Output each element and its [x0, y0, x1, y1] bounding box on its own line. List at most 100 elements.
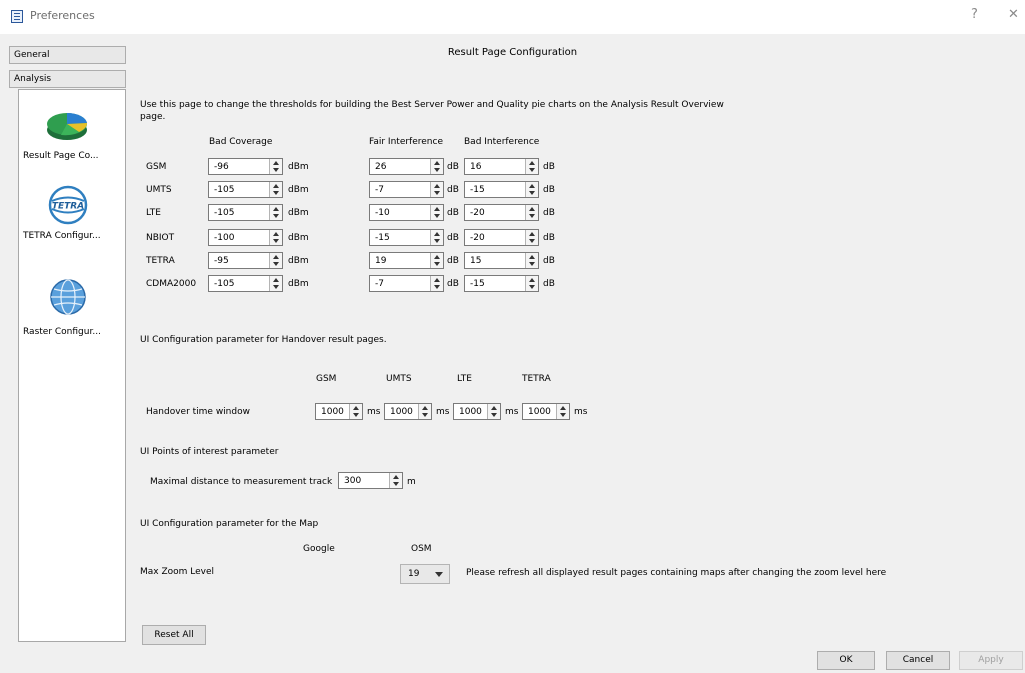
- handover-window-spinbox[interactable]: 1000: [453, 403, 501, 420]
- spin-arrows-icon[interactable]: [269, 253, 282, 268]
- fair-interference-spinbox[interactable]: 26: [369, 158, 444, 175]
- fair-interference-spinbox-value: -10: [375, 208, 390, 218]
- apply-button[interactable]: Apply: [959, 651, 1023, 670]
- unit-db: dB: [447, 279, 459, 289]
- bad-coverage-spinbox[interactable]: -105: [208, 275, 283, 292]
- close-button[interactable]: ✕: [1008, 7, 1019, 22]
- spin-arrows-icon[interactable]: [525, 182, 538, 197]
- spin-arrows-icon[interactable]: [430, 230, 443, 245]
- tech-label: NBIOT: [146, 233, 175, 243]
- ok-button[interactable]: OK: [817, 651, 875, 670]
- bad-interference-spinbox-value: 15: [470, 256, 482, 266]
- spin-arrows-icon[interactable]: [525, 276, 538, 291]
- help-button[interactable]: ?: [971, 7, 978, 22]
- handover-col-umts: UMTS: [386, 374, 412, 384]
- bad-coverage-spinbox-value: -105: [214, 208, 235, 218]
- nav-analysis-button[interactable]: Analysis: [9, 70, 126, 88]
- nav-item-label: TETRA Configur...: [23, 231, 101, 241]
- bad-coverage-spinbox-value: -105: [214, 185, 235, 195]
- bad-interference-spinbox-value: -15: [470, 279, 485, 289]
- handover-window-spinbox-value: 1000: [390, 407, 413, 417]
- bad-coverage-spinbox[interactable]: -95: [208, 252, 283, 269]
- unit-db: dB: [543, 208, 555, 218]
- header-bad-interference: Bad Interference: [464, 137, 540, 147]
- spin-arrows-icon[interactable]: [430, 159, 443, 174]
- header-fair-interference: Fair Interference: [369, 137, 443, 147]
- tech-label: UMTS: [146, 185, 172, 195]
- poi-distance-spinbox[interactable]: 300: [338, 472, 403, 489]
- spin-arrows-icon[interactable]: [430, 253, 443, 268]
- unit-db: dB: [543, 256, 555, 266]
- fair-interference-spinbox[interactable]: -15: [369, 229, 444, 246]
- bad-coverage-spinbox-value: -100: [214, 233, 235, 243]
- handover-row-label: Handover time window: [146, 407, 250, 417]
- tetra-logo-icon: TETRA: [48, 185, 88, 225]
- spin-arrows-icon[interactable]: [430, 276, 443, 291]
- reset-all-button[interactable]: Reset All: [142, 625, 206, 645]
- handover-window-spinbox-value: 1000: [321, 407, 344, 417]
- map-section-label: UI Configuration parameter for the Map: [140, 519, 319, 529]
- unit-dbm: dBm: [288, 162, 309, 172]
- spin-arrows-icon[interactable]: [418, 404, 431, 419]
- unit-ms: ms: [574, 407, 588, 417]
- poi-unit: m: [407, 477, 416, 487]
- bad-coverage-spinbox[interactable]: -105: [208, 181, 283, 198]
- spin-arrows-icon[interactable]: [269, 159, 282, 174]
- osm-zoom-select[interactable]: 19: [400, 564, 450, 584]
- fair-interference-spinbox-value: -7: [375, 185, 384, 195]
- pie-chart-icon: [47, 112, 88, 140]
- bad-coverage-spinbox-value: -105: [214, 279, 235, 289]
- spin-arrows-icon[interactable]: [525, 205, 538, 220]
- intro-text: Use this page to change the thresholds f…: [140, 100, 724, 122]
- tech-label: GSM: [146, 162, 167, 172]
- spin-arrows-icon[interactable]: [349, 404, 362, 419]
- spin-arrows-icon[interactable]: [389, 473, 402, 488]
- spin-arrows-icon[interactable]: [525, 159, 538, 174]
- fair-interference-spinbox-value: 26: [375, 162, 387, 172]
- unit-db: dB: [447, 162, 459, 172]
- cancel-button[interactable]: Cancel: [886, 651, 950, 670]
- bad-interference-spinbox[interactable]: -15: [464, 275, 539, 292]
- bad-interference-spinbox[interactable]: -20: [464, 229, 539, 246]
- unit-dbm: dBm: [288, 233, 309, 243]
- spin-arrows-icon[interactable]: [430, 205, 443, 220]
- fair-interference-spinbox[interactable]: 19: [369, 252, 444, 269]
- fair-interference-spinbox[interactable]: -10: [369, 204, 444, 221]
- handover-window-spinbox[interactable]: 1000: [522, 403, 570, 420]
- spin-arrows-icon[interactable]: [525, 253, 538, 268]
- spin-arrows-icon[interactable]: [556, 404, 569, 419]
- handover-col-lte: LTE: [457, 374, 472, 384]
- spin-arrows-icon[interactable]: [269, 276, 282, 291]
- spin-arrows-icon[interactable]: [487, 404, 500, 419]
- spin-arrows-icon[interactable]: [269, 230, 282, 245]
- bad-coverage-spinbox[interactable]: -105: [208, 204, 283, 221]
- spin-arrows-icon[interactable]: [269, 205, 282, 220]
- map-row-label: Max Zoom Level: [140, 567, 215, 577]
- bad-interference-spinbox[interactable]: -20: [464, 204, 539, 221]
- bad-interference-spinbox-value: -20: [470, 208, 485, 218]
- handover-window-spinbox-value: 1000: [528, 407, 551, 417]
- bad-coverage-spinbox[interactable]: -100: [208, 229, 283, 246]
- unit-dbm: dBm: [288, 208, 309, 218]
- spin-arrows-icon[interactable]: [430, 182, 443, 197]
- fair-interference-spinbox-value: -15: [375, 233, 390, 243]
- handover-window-spinbox[interactable]: 1000: [384, 403, 432, 420]
- nav-item-raster[interactable]: Raster Configur...: [19, 270, 125, 345]
- fair-interference-spinbox[interactable]: -7: [369, 275, 444, 292]
- spin-arrows-icon[interactable]: [525, 230, 538, 245]
- bad-coverage-spinbox-value: -95: [214, 256, 229, 266]
- unit-ms: ms: [367, 407, 381, 417]
- bad-interference-spinbox[interactable]: 15: [464, 252, 539, 269]
- unit-db: dB: [543, 279, 555, 289]
- analysis-nav-list: Result Page Co... TETRA TETRA Configur..…: [18, 89, 126, 642]
- nav-item-result-page[interactable]: Result Page Co...: [19, 96, 125, 176]
- fair-interference-spinbox[interactable]: -7: [369, 181, 444, 198]
- spin-arrows-icon[interactable]: [269, 182, 282, 197]
- unit-db: dB: [543, 233, 555, 243]
- nav-item-tetra[interactable]: TETRA TETRA Configur...: [19, 180, 125, 260]
- bad-coverage-spinbox[interactable]: -96: [208, 158, 283, 175]
- chevron-down-icon: [435, 572, 443, 577]
- bad-interference-spinbox[interactable]: 16: [464, 158, 539, 175]
- handover-window-spinbox[interactable]: 1000: [315, 403, 363, 420]
- bad-interference-spinbox[interactable]: -15: [464, 181, 539, 198]
